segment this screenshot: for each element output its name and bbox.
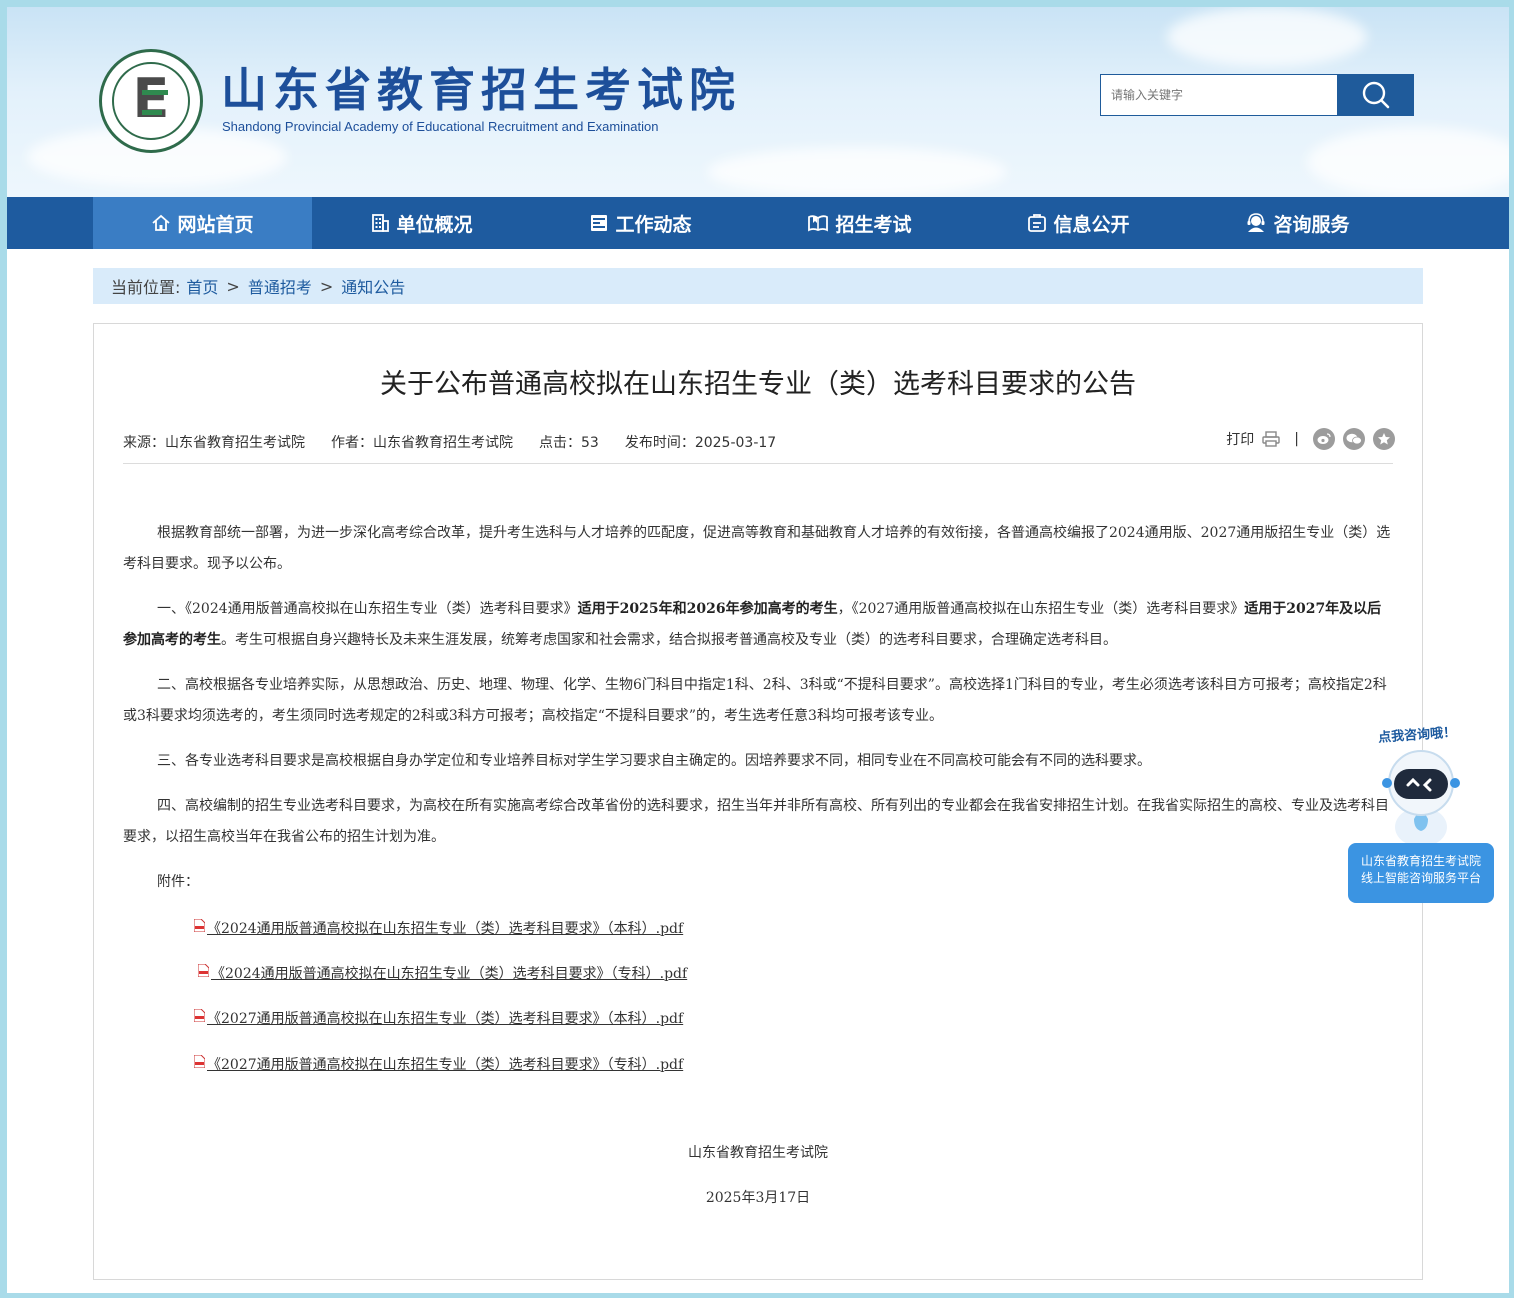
star-icon [1378,433,1390,445]
pdf-icon [198,963,209,977]
article-meta: 来源：山东省教育招生考试院 作者：山东省教育招生考试院 点击：53 发布时间：2… [123,432,776,452]
article-body: 根据教育部统一部署，为进一步深化高考综合改革，提升考生选科与人才培养的匹配度，促… [123,518,1393,912]
meta-author: 作者：山东省教育招生考试院 [331,435,513,451]
attachment-item: 《2027通用版普通高校拟在山东招生专业（类）选考科目要求》（专科）.pdf [194,1054,683,1074]
site-title[interactable]: 山东省教育招生考试院 [221,61,741,119]
nav-label: 咨询服务 [1273,213,1350,236]
breadcrumb-separator: > [319,276,334,296]
pdf-icon [194,918,205,932]
support-icon [1247,213,1265,232]
breadcrumb-home-link[interactable]: 首页 [186,274,218,298]
attachment-item: 《2024通用版普通高校拟在山东招生专业（类）选考科目要求》（本科）.pdf [194,918,683,938]
weibo-share-button[interactable] [1313,428,1335,450]
cloud-decoration [707,147,1007,197]
cloud-decoration [1167,7,1367,67]
ai-consult-widget[interactable]: 点我咨询哦！ 山东省教育招生考试院 线上智能咨询服务平台 [1348,723,1494,913]
robot-icon [1382,750,1460,847]
nav-label: 网站首页 [177,213,254,236]
logo-icon[interactable]: E [99,49,203,153]
meta-date: 发布时间：2025-03-17 [624,435,777,451]
home-icon [152,214,171,231]
wechat-icon [1346,433,1362,445]
nav-item-info[interactable]: 信息公开 [969,197,1188,249]
breadcrumb: 当前位置: 首页 > 普通招考 > 通知公告 [93,268,1423,304]
paragraph-one: 一、《2024通用版普通高校拟在山东招生专业（类）选考科目要求》适用于2025年… [123,601,1382,648]
robot-card-line2: 线上智能咨询服务平台 [1360,871,1481,885]
pdf-icon [194,1054,205,1068]
article-title: 关于公布普通高校拟在山东招生专业（类）选考科目要求的公告 [380,369,1136,400]
pdf-icon [194,1008,205,1022]
paragraph-four: 四、高校编制的招生专业选考科目要求，为高校在所有实施高考综合改革省份的选科要求，… [123,798,1389,845]
meta-source: 来源：山东省教育招生考试院 [123,435,305,451]
building-icon [372,214,390,232]
print-label[interactable]: 打印 [1226,429,1254,449]
nav-label: 招生考试 [835,213,912,236]
robot-bubble-text: 点我咨询哦！ [1377,725,1457,746]
wechat-share-button[interactable] [1343,428,1365,450]
nav-label: 单位概况 [396,213,473,236]
nav-item-about[interactable]: 单位概况 [312,197,531,249]
cloud-decoration [1307,127,1509,197]
main-nav: 网站首页 单位概况 工作动态 招生考试 信息公开 咨询服务 [7,197,1509,249]
nav-label: 工作动态 [615,213,692,236]
breadcrumb-category-link[interactable]: 普通招考 [248,274,312,298]
paragraph-three: 三、各专业选考科目要求是高校根据自身办学定位和专业培养目标对学生学习要求自主确定… [157,753,1151,769]
attachment-item: 《2027通用版普通高校拟在山东招生专业（类）选考科目要求》（本科）.pdf [194,1008,683,1028]
meta-clicks: 点击：53 [539,435,599,451]
book-icon [808,215,829,232]
site-subtitle: Shandong Provincial Academy of Education… [222,119,659,134]
favorite-share-button[interactable] [1373,428,1395,450]
nav-label: 信息公开 [1053,213,1130,236]
nav-item-exams[interactable]: 招生考试 [750,197,969,249]
paragraph-intro: 根据教育部统一部署，为进一步深化高考综合改革，提升考生选科与人才培养的匹配度，促… [123,525,1391,572]
news-icon [591,215,608,231]
search-icon [1362,81,1389,109]
breadcrumb-prefix: 当前位置: [111,278,181,297]
site-header: E 山东省教育招生考试院 Shandong Provincial Academy… [7,7,1509,197]
attachment-link[interactable]: 《2027通用版普通高校拟在山东招生专业（类）选考科目要求》（本科）.pdf [207,1008,683,1028]
signature-org: 山东省教育招生考试院 [688,1145,828,1161]
tools-divider: | [1294,431,1299,447]
meta-divider [123,463,1393,464]
robot-card-line1: 山东省教育招生考试院 [1360,854,1481,868]
search-button[interactable] [1337,74,1414,116]
signature-date: 2025年3月17日 [705,1190,811,1206]
attachment-item: 《2024通用版普通高校拟在山东招生专业（类）选考科目要求》（专科）.pdf [198,963,687,983]
nav-item-support[interactable]: 咨询服务 [1188,197,1407,249]
breadcrumb-current-link[interactable]: 通知公告 [341,274,405,298]
attachments-label: 附件： [157,874,199,890]
search-input[interactable] [1100,74,1338,116]
nav-item-news[interactable]: 工作动态 [531,197,750,249]
attachment-link[interactable]: 《2024通用版普通高校拟在山东招生专业（类）选考科目要求》（专科）.pdf [211,963,687,983]
paragraph-two: 二、高校根据各专业培养实际，从思想政治、历史、地理、物理、化学、生物6门科目中指… [123,677,1387,724]
robot-card[interactable]: 山东省教育招生考试院 线上智能咨询服务平台 [1348,843,1494,903]
info-icon [1028,214,1047,232]
weibo-icon [1317,433,1331,444]
printer-icon[interactable] [1262,431,1280,447]
attachment-link[interactable]: 《2027通用版普通高校拟在山东招生专业（类）选考科目要求》（专科）.pdf [207,1054,683,1074]
attachment-link[interactable]: 《2024通用版普通高校拟在山东招生专业（类）选考科目要求》（本科）.pdf [207,918,683,938]
article-tools: 打印 | [1226,428,1395,450]
page-frame: E 山东省教育招生考试院 Shandong Provincial Academy… [7,7,1509,1293]
breadcrumb-separator: > [226,276,240,296]
nav-item-home[interactable]: 网站首页 [93,197,312,249]
article-container: 关于公布普通高校拟在山东招生专业（类）选考科目要求的公告 来源：山东省教育招生考… [93,323,1423,1280]
